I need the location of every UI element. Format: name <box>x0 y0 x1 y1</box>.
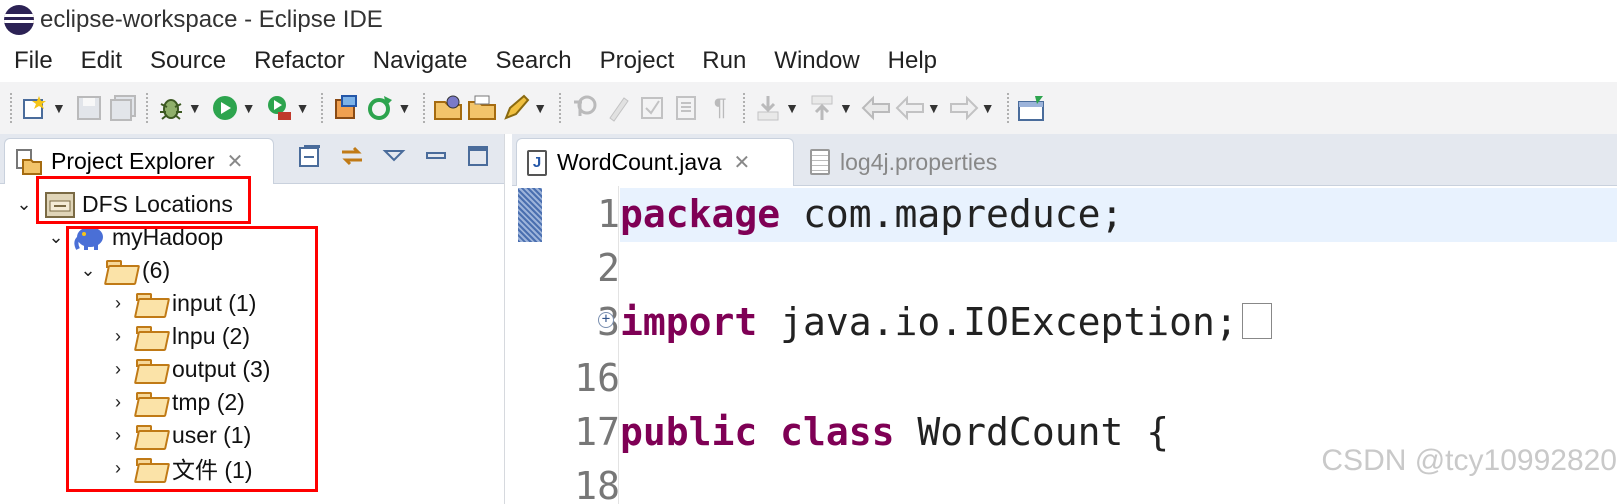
watermark: CSDN @tcy10992820 <box>1321 444 1617 477</box>
editor-tab-label: log4j.properties <box>840 148 998 175</box>
toolbar-separator <box>321 93 324 123</box>
code-line: public class WordCount { <box>620 410 1169 454</box>
code-keyword: package <box>620 192 781 236</box>
link-with-editor-icon[interactable] <box>338 142 366 170</box>
open-project-icon[interactable] <box>433 93 463 123</box>
line-number: 18 <box>574 464 620 504</box>
refresh-dropdown-icon[interactable]: ▼ <box>397 100 411 116</box>
code-text: WordCount { <box>894 410 1170 454</box>
back-dropdown-icon[interactable]: ▼ <box>927 100 941 116</box>
open-type-icon[interactable] <box>331 93 361 123</box>
chevron-down-icon[interactable]: ⌄ <box>14 194 34 215</box>
menu-navigate[interactable]: Navigate <box>373 47 468 75</box>
view-menu-icon[interactable] <box>380 142 408 170</box>
save-icon[interactable] <box>74 93 104 123</box>
minimize-icon[interactable] <box>422 142 450 170</box>
menu-refactor[interactable]: Refactor <box>254 47 345 75</box>
tab-log4j-properties[interactable]: log4j.properties <box>800 138 1060 186</box>
line-number: 16 <box>574 356 620 400</box>
external-tools-dropdown-icon[interactable]: ▼ <box>296 100 310 116</box>
menu-source[interactable]: Source <box>150 47 226 75</box>
previous-annotation-icon[interactable] <box>807 93 837 123</box>
annotation-highlight-box <box>36 176 251 224</box>
highlight-icon[interactable] <box>603 93 633 123</box>
toolbar-separator <box>423 93 426 123</box>
run-icon[interactable] <box>210 93 240 123</box>
line-number: 2 <box>597 246 620 290</box>
annotation-highlight-box <box>66 226 318 492</box>
menu-run[interactable]: Run <box>702 47 746 75</box>
pilcrow-icon: ¶ <box>713 94 727 121</box>
line-number: 1 <box>597 192 620 236</box>
title-bar: eclipse-workspace - Eclipse IDE <box>0 0 1617 40</box>
block-select-icon[interactable] <box>671 93 701 123</box>
code-text: com.mapreduce; <box>780 192 1124 236</box>
code-keyword: public class <box>620 410 895 454</box>
tab-wordcount-java[interactable]: J WordCount.java ✕ <box>516 138 794 186</box>
menu-edit[interactable]: Edit <box>81 47 122 75</box>
overview-ruler-marker <box>518 188 542 242</box>
toolbar-separator <box>743 93 746 123</box>
view-toolbar <box>296 142 492 170</box>
new-wizard-icon[interactable] <box>20 93 50 123</box>
project-explorer-icon <box>16 148 42 175</box>
menu-file[interactable]: File <box>14 47 53 75</box>
next-annotation-dropdown-icon[interactable]: ▼ <box>785 100 799 116</box>
toolbar-separator <box>1006 93 1009 123</box>
search-icon[interactable] <box>569 93 599 123</box>
code-keyword: import <box>620 300 758 344</box>
next-annotation-icon[interactable] <box>753 93 783 123</box>
toolbar-separator <box>145 93 148 123</box>
debug-icon[interactable] <box>156 93 186 123</box>
code-line: import java.io.IOException; <box>620 300 1272 344</box>
new-dropdown-icon[interactable]: ▼ <box>52 100 66 116</box>
menu-search[interactable]: Search <box>496 47 572 75</box>
maximize-icon[interactable] <box>464 142 492 170</box>
code-text: java.io.IOException; <box>757 300 1238 344</box>
save-all-icon[interactable] <box>108 93 138 123</box>
forward-icon[interactable] <box>949 93 979 123</box>
menu-help[interactable]: Help <box>888 47 937 75</box>
menu-bar: File Edit Source Refactor Navigate Searc… <box>0 40 1617 82</box>
run-dropdown-icon[interactable]: ▼ <box>242 100 256 116</box>
menu-window[interactable]: Window <box>774 47 859 75</box>
eclipse-window: eclipse-workspace - Eclipse IDE File Edi… <box>0 0 1617 504</box>
back-icon[interactable] <box>895 93 925 123</box>
editor-tab-label: WordCount.java <box>557 149 722 175</box>
line-number: 17 <box>574 410 620 454</box>
close-icon[interactable]: ✕ <box>734 150 751 175</box>
tab-project-explorer-label: Project Explorer <box>51 148 215 174</box>
refresh-icon[interactable] <box>365 93 395 123</box>
code-line: package com.mapreduce; <box>620 192 1123 236</box>
editor-tabbar: J WordCount.java ✕ log4j.properties <box>512 134 1617 186</box>
toggle-format-icon[interactable] <box>637 93 667 123</box>
debug-dropdown-icon[interactable]: ▼ <box>188 100 202 116</box>
toolbar-separator <box>10 93 12 123</box>
main-toolbar: ▼ ▼ ▼ ▼ ▼ ▼ ¶ ▼ ▼ ▼ ▼ <box>0 82 1617 134</box>
eclipse-logo-icon <box>4 5 34 35</box>
previous-annotation-dropdown-icon[interactable]: ▼ <box>839 100 853 116</box>
last-edit-icon[interactable] <box>861 93 891 123</box>
toolbar-separator <box>559 93 562 123</box>
expand-fold-icon[interactable]: + <box>598 312 614 328</box>
edit-dropdown-icon[interactable]: ▼ <box>533 100 547 116</box>
menu-project[interactable]: Project <box>600 47 675 75</box>
forward-dropdown-icon[interactable]: ▼ <box>981 100 995 116</box>
show-whitespace-icon[interactable]: ¶ <box>705 93 735 123</box>
collapse-all-icon[interactable] <box>296 142 324 170</box>
close-icon[interactable]: ✕ <box>227 149 244 174</box>
run-external-tool-icon[interactable] <box>264 93 294 123</box>
folded-imports-box[interactable] <box>1241 302 1272 339</box>
open-perspective-icon[interactable] <box>1017 93 1047 123</box>
window-title: eclipse-workspace - Eclipse IDE <box>40 6 383 33</box>
open-folder-icon[interactable] <box>467 93 497 123</box>
properties-file-icon <box>810 149 830 175</box>
chevron-down-icon[interactable]: ⌄ <box>46 227 66 248</box>
edit-pencil-icon[interactable] <box>501 93 531 123</box>
java-file-icon: J <box>527 149 547 176</box>
